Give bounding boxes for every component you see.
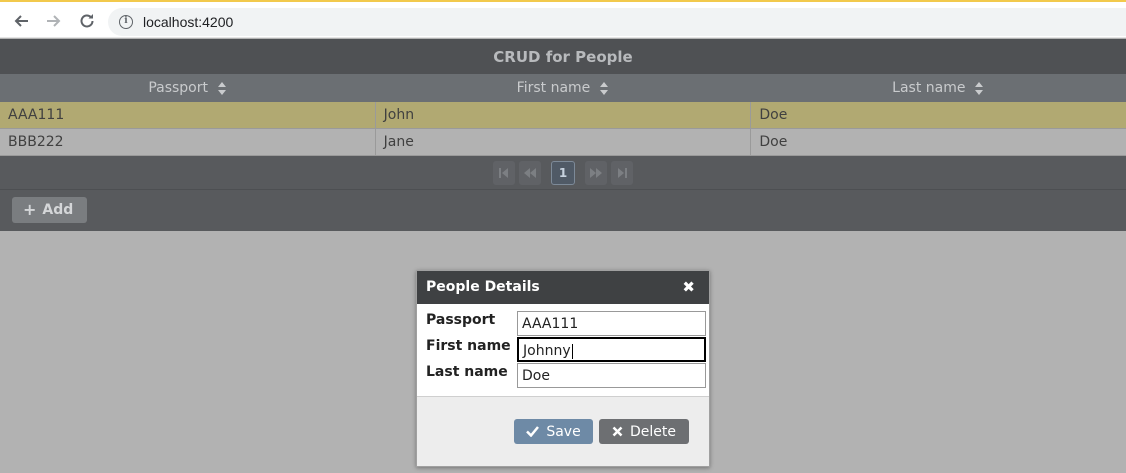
delete-button-label: Delete [630, 423, 676, 440]
browser-toolbar: i localhost:4200 [0, 0, 1126, 38]
text-caret [571, 343, 573, 359]
save-button-label: Save [546, 423, 581, 440]
column-header-first-name[interactable]: First name [375, 74, 750, 102]
info-icon[interactable]: i [119, 15, 133, 29]
first-page-icon[interactable] [493, 161, 515, 185]
address-bar[interactable]: i localhost:4200 [108, 8, 1126, 36]
column-header-last-name[interactable]: Last name [751, 74, 1126, 102]
table-caption: CRUD for People [0, 39, 1126, 74]
people-details-dialog: People Details ✖ Passport AAA111 First n… [416, 270, 710, 467]
last-name-label: Last name [426, 364, 508, 380]
table-cell: John [376, 102, 752, 128]
table-cell: Doe [759, 107, 788, 123]
next-page-icon[interactable] [585, 161, 607, 185]
column-header-label: Passport [148, 80, 208, 96]
first-name-field[interactable]: Johnny [517, 337, 706, 362]
dialog-form: Passport AAA111 First name Johnny Last n… [417, 304, 709, 397]
dialog-title: People Details [426, 279, 540, 295]
reload-icon[interactable] [75, 9, 99, 33]
paginator: 1 [0, 157, 1126, 190]
back-icon[interactable] [9, 9, 33, 33]
crud-panel: CRUD for People Passport First name Last… [0, 39, 1126, 231]
previous-page-icon[interactable] [519, 161, 541, 185]
table-row[interactable]: BBB222 Jane Doe [0, 129, 1126, 156]
passport-label: Passport [426, 312, 496, 328]
column-header-label: Last name [892, 80, 966, 96]
table-cell: Doe [759, 134, 788, 150]
table-body: AAA111 John Doe BBB222 Jane Doe [0, 102, 1126, 156]
dialog-header: People Details ✖ [417, 271, 709, 304]
first-name-value: Johnny [523, 343, 571, 359]
plus-icon: + [23, 200, 37, 219]
table-cell: AAA111 [0, 102, 376, 128]
passport-value: AAA111 [522, 316, 579, 332]
forward-icon[interactable] [42, 9, 66, 33]
delete-x-icon [612, 426, 623, 437]
last-name-field[interactable]: Doe [517, 363, 706, 388]
sort-icon [600, 81, 609, 95]
sort-icon [218, 81, 227, 95]
table-row[interactable]: AAA111 John Doe [0, 102, 1126, 129]
table-cell: Jane [376, 129, 752, 155]
add-button[interactable]: + Add [12, 197, 87, 223]
add-button-label: Add [42, 202, 74, 218]
first-name-label: First name [426, 338, 511, 354]
passport-field[interactable]: AAA111 [517, 311, 706, 336]
url-text: localhost:4200 [143, 14, 234, 30]
save-button[interactable]: Save [514, 419, 593, 444]
column-header-label: First name [516, 80, 591, 96]
last-name-value: Doe [522, 368, 550, 384]
table-header: Passport First name Last name [0, 74, 1126, 102]
delete-button[interactable]: Delete [599, 419, 689, 444]
column-header-passport[interactable]: Passport [0, 74, 375, 102]
check-icon [526, 426, 540, 437]
close-icon[interactable]: ✖ [682, 271, 695, 304]
sort-icon [975, 81, 984, 95]
last-page-icon[interactable] [611, 161, 633, 185]
table-cell: BBB222 [0, 129, 376, 155]
page-number-button[interactable]: 1 [551, 161, 575, 185]
